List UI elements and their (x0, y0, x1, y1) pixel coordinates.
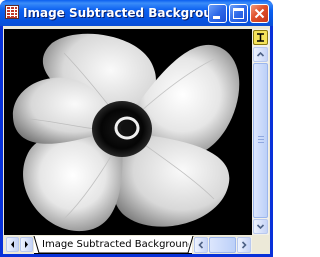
scroll-left-button[interactable] (194, 237, 208, 253)
flower-image (4, 29, 252, 235)
close-icon (254, 8, 265, 19)
matrix-icon[interactable] (5, 5, 19, 19)
chevron-right-icon (241, 241, 247, 249)
maximize-icon (233, 8, 244, 19)
horizontal-scroll-thumb[interactable] (209, 237, 236, 253)
minimize-button[interactable] (208, 4, 227, 23)
vertical-scrollbar[interactable] (252, 29, 269, 235)
chevron-left-icon (11, 241, 14, 248)
tab-label: Image Subtracted Background (42, 239, 189, 250)
close-button[interactable] (250, 4, 269, 23)
chevron-right-icon (25, 241, 28, 248)
maximize-button[interactable] (229, 4, 248, 23)
tab-next-button[interactable] (20, 237, 33, 252)
size-grip[interactable] (252, 236, 269, 254)
scroll-down-button[interactable] (253, 219, 268, 234)
scroll-right-button[interactable] (237, 237, 251, 253)
data-selector-icon (257, 33, 264, 42)
data-selector-button[interactable] (253, 30, 268, 45)
scroll-up-button[interactable] (253, 47, 268, 62)
chevron-left-icon (198, 241, 204, 249)
minimize-icon (213, 16, 220, 19)
title-bar[interactable]: Image Subtracted Background :1/... (0, 0, 273, 26)
horizontal-scrollbar[interactable] (193, 237, 252, 253)
chevron-down-icon (256, 224, 265, 230)
vertical-scroll-thumb[interactable] (253, 63, 268, 218)
tab-prev-button[interactable] (6, 237, 19, 252)
image-canvas[interactable] (4, 29, 252, 235)
window-title: Image Subtracted Background :1/... (23, 6, 213, 20)
chevron-up-icon (256, 51, 265, 57)
image-window: Image Subtracted Background :1/... (0, 0, 273, 257)
